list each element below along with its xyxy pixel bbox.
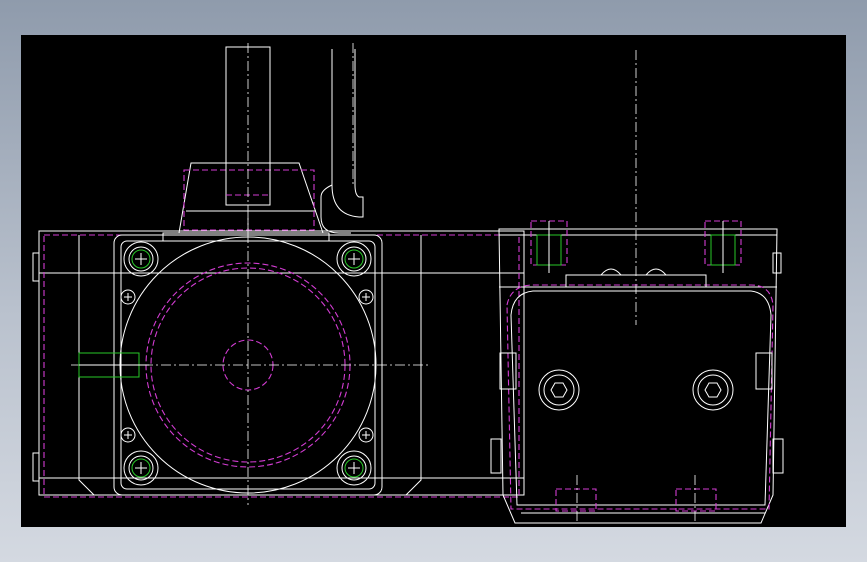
bolt-bottom-left <box>123 450 159 486</box>
bolt-top-right <box>336 241 372 277</box>
small-screws <box>120 289 374 443</box>
bolt-top-left <box>123 241 159 277</box>
top-cap <box>162 162 330 242</box>
side-view <box>490 50 784 524</box>
corner-bolts <box>120 241 374 486</box>
cad-drawing <box>32 43 784 524</box>
side-body <box>498 228 778 524</box>
pipes <box>225 43 364 235</box>
bolt-bottom-right <box>336 450 372 486</box>
side-ribs <box>490 252 784 474</box>
socket-screws <box>538 369 734 411</box>
cad-drawing-area[interactable] <box>21 35 846 527</box>
front-view <box>32 43 525 505</box>
